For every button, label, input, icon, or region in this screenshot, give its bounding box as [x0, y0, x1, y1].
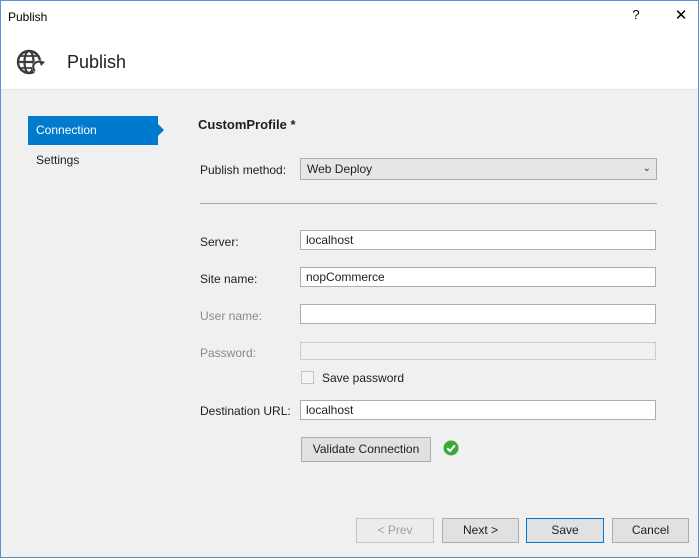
header-title: Publish	[67, 52, 127, 72]
user-name-label: User name:	[200, 309, 263, 323]
title-bar: Publish ? ✕	[1, 1, 698, 32]
server-label: Server:	[200, 235, 239, 249]
globe-publish-icon	[16, 49, 46, 75]
site-name-label: Site name:	[200, 272, 258, 286]
publish-method-value: Web Deploy	[307, 162, 373, 176]
server-input[interactable]	[300, 230, 656, 250]
cancel-button[interactable]: Cancel	[612, 518, 689, 543]
section-divider	[200, 203, 657, 204]
nav-item-connection[interactable]: Connection	[28, 116, 164, 145]
save-button[interactable]: Save	[526, 518, 604, 543]
profile-title: CustomProfile *	[198, 117, 296, 132]
dialog-header: Publish	[1, 32, 698, 90]
user-name-input[interactable]	[300, 304, 656, 324]
nav-item-settings[interactable]: Settings	[28, 146, 162, 175]
nav-item-label: Connection	[36, 123, 97, 137]
publish-dialog: Publish ? ✕ Publish Connection Settings …	[0, 0, 699, 558]
validate-connection-button[interactable]: Validate Connection	[301, 437, 431, 462]
success-check-icon	[443, 440, 459, 456]
nav-item-label: Settings	[36, 153, 80, 167]
window-title: Publish	[8, 10, 48, 24]
site-name-input[interactable]	[300, 267, 656, 287]
prev-button[interactable]: < Prev	[356, 518, 434, 543]
next-button[interactable]: Next >	[442, 518, 519, 543]
dialog-content: Connection Settings CustomProfile * Publ…	[1, 90, 698, 557]
password-input[interactable]	[300, 342, 656, 360]
close-button[interactable]: ✕	[673, 6, 689, 24]
password-label: Password:	[200, 346, 257, 360]
save-password-label: Save password	[322, 371, 405, 385]
save-password-checkbox[interactable]	[301, 371, 314, 384]
chevron-down-icon: ⌄	[642, 163, 651, 174]
destination-url-label: Destination URL:	[200, 404, 291, 418]
publish-method-label: Publish method:	[200, 163, 287, 177]
destination-url-input[interactable]	[300, 400, 656, 420]
publish-method-select[interactable]: Web Deploy ⌄	[300, 158, 657, 180]
help-button[interactable]: ?	[629, 7, 643, 22]
